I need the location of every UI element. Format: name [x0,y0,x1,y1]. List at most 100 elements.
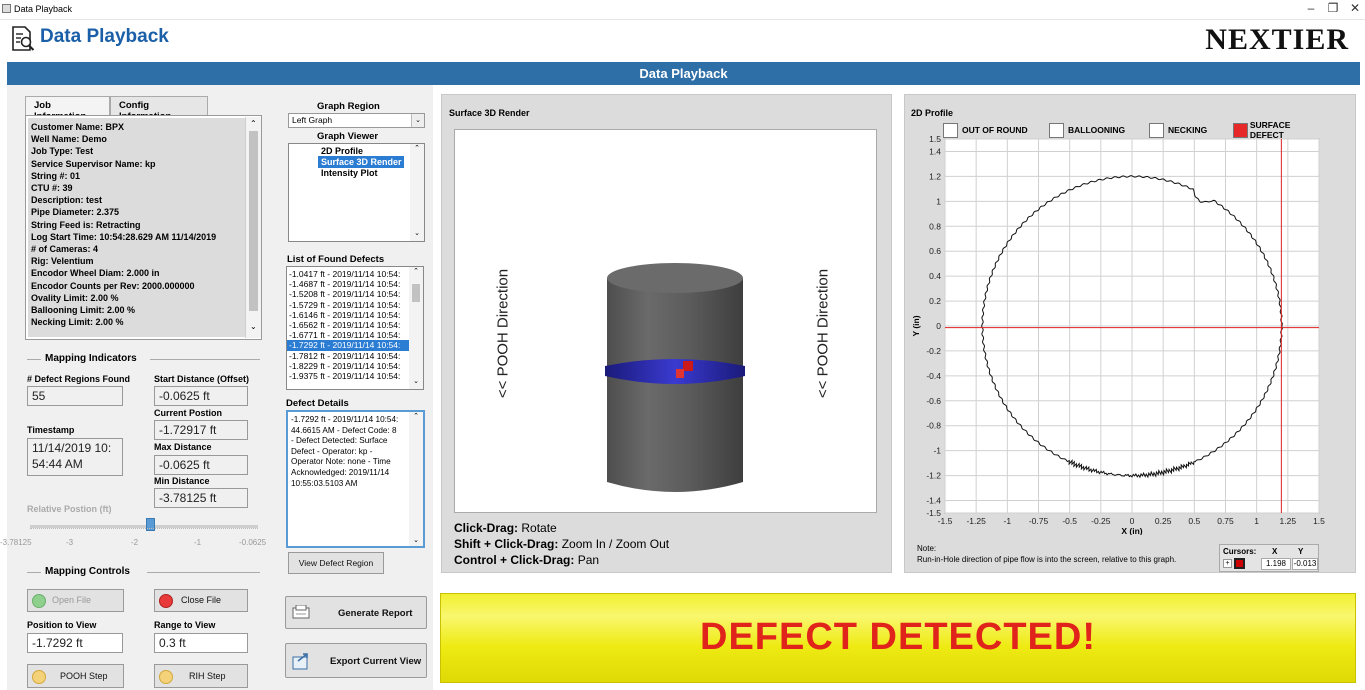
close-file-button[interactable]: Close File [154,589,248,612]
y-tick-label: 0.6 [929,246,941,256]
graph-viewer-option[interactable]: 2D Profile [289,144,406,156]
max-distance-label: Max Distance [154,442,212,452]
defect-list-item[interactable]: -1.7292 ft - 2019/11/14 10:54: [287,340,423,351]
x-tick-label: 1.25 [1280,516,1297,526]
graph-viewer-option[interactable]: Intensity Plot [289,168,406,178]
cursor-expand-icon[interactable]: + [1223,559,1232,568]
job-info-line: Rig: Velentium [31,256,94,267]
graph-viewer-list[interactable]: 2D Profile Surface 3D Render Intensity P… [288,143,425,242]
generate-report-button[interactable]: Generate Report [285,596,427,629]
cursor-color-icon[interactable] [1234,558,1245,569]
x-tick-label: -1 [1004,516,1012,526]
render-viewport[interactable]: << POOH Direction << POOH Direction [454,129,877,513]
defect-list-item[interactable]: -1.6771 ft - 2019/11/14 10:54: [287,330,423,340]
help-line: Click-Drag: Rotate [454,520,669,536]
position-to-view-input[interactable]: -1.7292 ft [27,633,123,653]
cursors-label: Cursors: [1223,547,1257,556]
scroll-down-arrow-icon[interactable]: ⌄ [250,322,257,331]
defect-list-item[interactable]: -1.5729 ft - 2019/11/14 10:54: [287,300,423,310]
help-value: Rotate [521,521,557,535]
graph-viewer-label: Graph Viewer [317,131,379,142]
x-tick-label: -0.75 [1029,516,1049,526]
scroll-thumb[interactable] [412,284,420,302]
defect-regions-label: # Defect Regions Found [27,374,131,384]
defect-list-item[interactable]: -1.7812 ft - 2019/11/14 10:54: [287,351,423,361]
graph-viewer-scrollbar[interactable]: ⌃ ⌄ [410,144,424,241]
position-to-view-label: Position to View [27,620,97,630]
defect-details-text: -1.7292 ft - 2019/11/14 10:54: 44.6615 A… [291,415,399,488]
y-tick-label: -0.4 [926,371,941,381]
slider-tick-label: -2 [131,538,139,547]
window-title: Data Playback [14,4,73,14]
defects-scrollbar[interactable]: ⌃ ⌄ [409,267,423,389]
job-info-line: Job Type: Test [31,146,94,157]
divider [150,359,260,360]
defect-list-item[interactable]: -1.9375 ft - 2019/11/14 10:54: [287,371,423,381]
graph-viewer-option[interactable]: Surface 3D Render [318,156,404,169]
slider-tick-label: -3 [66,538,74,547]
tab-job-information[interactable]: Job Information [25,96,110,122]
x-tick-label: 1.5 [1313,516,1325,526]
scroll-thumb[interactable] [249,131,258,311]
help-line: Control + Click-Drag: Pan [454,552,669,568]
defect-list-item[interactable]: -1.8229 ft - 2019/11/14 10:54: [287,361,423,371]
defect-details-scrollbar[interactable]: ⌃ ⌄ [409,412,423,546]
open-file-button[interactable]: Open File [27,589,124,612]
defect-list-item[interactable]: -1.4687 ft - 2019/11/14 10:54: [287,279,423,289]
x-tick-label: -1.25 [966,516,986,526]
x-tick-label: -0.5 [1062,516,1077,526]
relative-position-label: Relative Postion (ft) [27,504,112,514]
view-defect-region-button[interactable]: View Defect Region [288,552,384,574]
defect-list-item[interactable]: -1.6562 ft - 2019/11/14 10:54: [287,320,423,330]
job-info-scrollbar[interactable]: ⌃ ⌄ [245,117,261,338]
job-info-line: Ballooning Limit: 2.00 % [31,305,136,316]
found-defects-list[interactable]: -1.0417 ft - 2019/11/14 10:54: -1.4687 f… [286,266,424,390]
close-icon[interactable]: ✕ [1340,1,1365,15]
job-info-line: Necking Limit: 2.00 % [31,317,124,328]
cursor-x-value[interactable]: 1.198 [1261,558,1291,570]
tab-config-information[interactable]: Config Information [110,96,208,122]
legend-label: BALLOONING [1068,125,1126,135]
scroll-down-arrow-icon[interactable]: ⌄ [409,536,423,544]
rih-step-icon [159,669,173,684]
help-value: Pan [577,553,600,567]
section-banner: Data Playback [7,62,1360,85]
y-tick-label: 1.2 [929,171,941,181]
scroll-down-arrow-icon[interactable]: ⌄ [409,377,423,387]
defect-list-item[interactable]: -1.5208 ft - 2019/11/14 10:54: [287,289,423,299]
direction-label-left: << POOH Direction [494,268,512,399]
play-icon [32,593,46,608]
cursor-y-value[interactable]: -0.013 [1292,558,1318,570]
min-distance-value: -3.78125 ft [154,488,248,508]
profile-plot[interactable]: -1.5 -1.25 -1 -0.75 -0.5 -0.25 0 0.25 0.5 0.75 1 1.… [905,135,1355,535]
chevron-down-icon[interactable]: ⌄ [411,114,424,127]
defect-list-item[interactable]: -1.6146 ft - 2019/11/14 10:54: [287,310,423,320]
timestamp-value: 11/14/2019 10: 54:44 AM [27,438,123,476]
range-to-view-input[interactable]: 0.3 ft [154,633,248,653]
y-tick-label: 0.8 [929,221,941,231]
graph-region-select[interactable]: Left Graph ⌄ [288,113,425,128]
scroll-up-arrow-icon[interactable]: ⌃ [250,119,257,128]
job-info-line: Customer Name: BPX [31,122,125,132]
x-tick-label: 0.25 [1155,516,1172,526]
defect-list-item[interactable]: -1.0417 ft - 2019/11/14 10:54: [287,269,423,279]
x-tick-label: 0.5 [1188,516,1200,526]
y-tick-label: -1.5 [926,508,941,518]
scroll-down-arrow-icon[interactable]: ⌄ [410,229,424,239]
page-title: Data Playback [40,26,169,47]
y-tick-label: -1.4 [926,496,941,506]
x-tick-label: 0.75 [1217,516,1234,526]
current-position-value: -1.72917 ft [154,420,248,440]
pooh-step-button[interactable]: POOH Step [27,664,124,688]
job-info-line: Description: test [31,195,103,206]
job-info-line: Encodor Counts per Rev: 2000.000000 [31,280,195,291]
job-info-line: Service Supervisor Name: kp [31,158,156,169]
job-info-line: Log Start Time: 10:54:28.629 AM 11/14/20… [31,231,217,242]
defect-details-frame: -1.7292 ft - 2019/11/14 10:54: 44.6615 A… [286,410,425,548]
timestamp-label: Timestamp [27,425,75,435]
export-current-view-button[interactable]: Export Current View [285,643,427,678]
job-info-line: Encodor Wheel Diam: 2.000 in [31,268,160,279]
help-line: Shift + Click-Drag: Zoom In / Zoom Out [454,536,669,552]
rih-step-button[interactable]: RIH Step [154,664,248,688]
legend-label: NECKING [1168,125,1208,135]
